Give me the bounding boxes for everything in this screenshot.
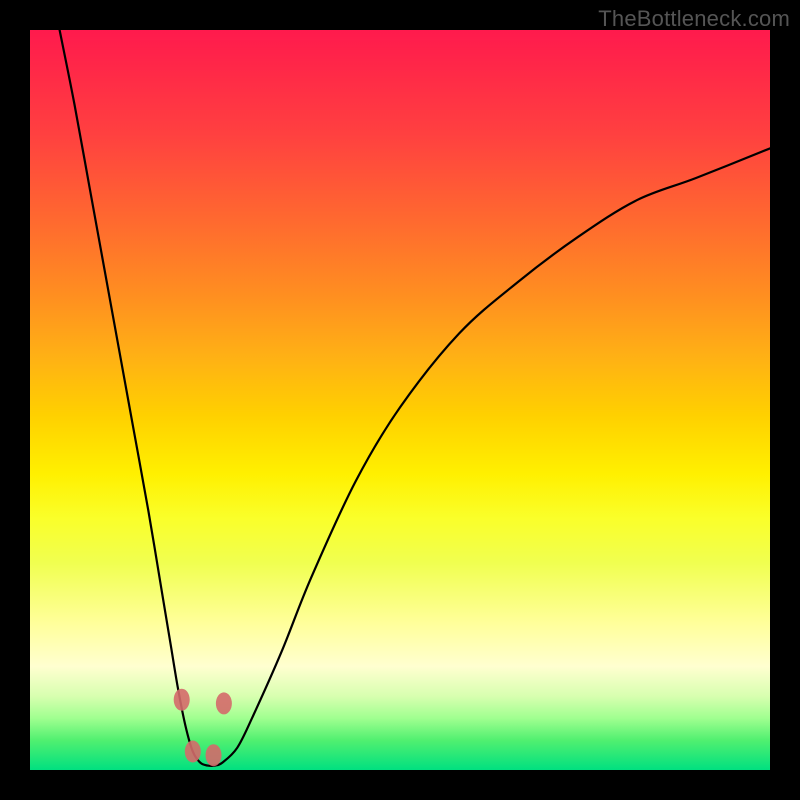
chart-frame: TheBottleneck.com [0, 0, 800, 800]
watermark-text: TheBottleneck.com [598, 6, 790, 32]
curve-layer [30, 30, 770, 770]
curve-markers [174, 689, 232, 767]
plot-area [30, 30, 770, 770]
marker-right-lower [206, 744, 222, 766]
marker-right-upper [216, 692, 232, 714]
marker-left-lower [185, 741, 201, 763]
marker-left-upper [174, 689, 190, 711]
bottleneck-curve [60, 30, 770, 766]
